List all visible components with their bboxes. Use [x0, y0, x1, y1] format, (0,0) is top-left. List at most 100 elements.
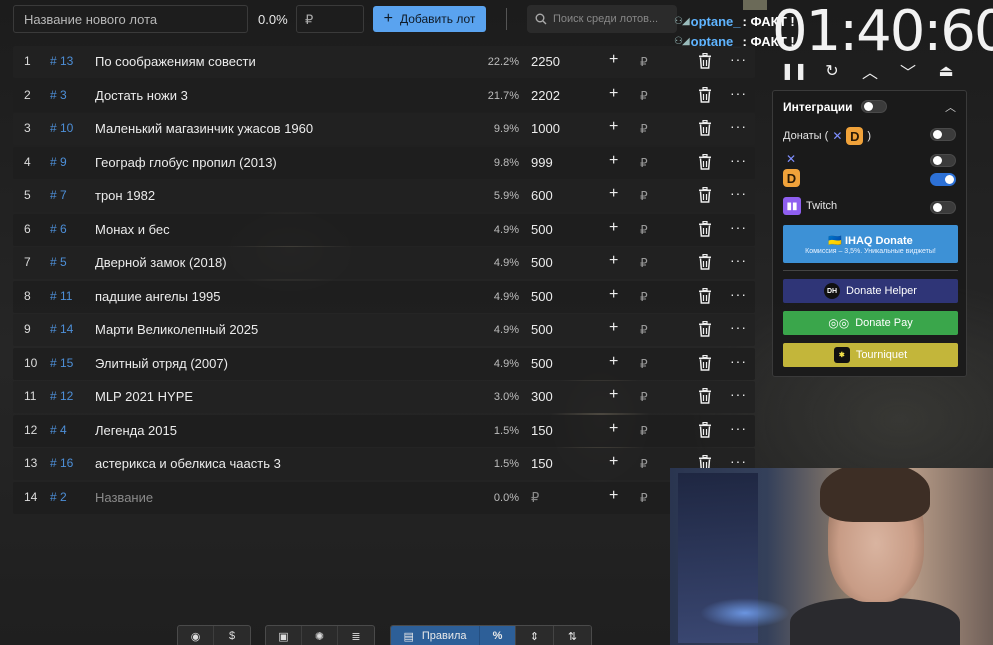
ruble-icon[interactable]: ₽	[640, 491, 648, 505]
more-options-icon[interactable]: ···	[730, 252, 747, 268]
trash-icon[interactable]	[698, 421, 712, 438]
save-icon[interactable]: ▣	[266, 626, 302, 645]
collapse-icon[interactable]: ⏏	[931, 61, 961, 81]
percent-mode-button[interactable]: %	[479, 626, 515, 645]
lot-amount[interactable]: 150	[531, 423, 553, 438]
ruble-icon[interactable]: ₽	[640, 156, 648, 170]
lot-name[interactable]: падшие ангелы 1995	[95, 289, 221, 304]
sort-icon[interactable]: ⇅	[553, 626, 591, 645]
ruble-icon[interactable]: ₽	[640, 122, 648, 136]
lot-amount[interactable]: 500	[531, 322, 553, 337]
lot-id-link[interactable]: # 11	[50, 289, 72, 303]
more-options-icon[interactable]: ···	[730, 286, 747, 302]
add-amount-icon[interactable]: +	[609, 286, 618, 304]
trash-icon[interactable]	[698, 86, 712, 103]
add-amount-icon[interactable]: +	[609, 118, 618, 136]
add-amount-icon[interactable]: +	[609, 252, 618, 270]
trash-icon[interactable]	[698, 119, 712, 136]
search-box[interactable]	[527, 5, 677, 33]
lot-name[interactable]: астерикса и обелкиса чаасть 3	[95, 456, 281, 471]
trash-icon[interactable]	[698, 52, 712, 69]
donations-toggle[interactable]	[930, 128, 956, 141]
clear-list-icon[interactable]: ≣	[338, 626, 374, 645]
lot-amount[interactable]: 150	[531, 456, 553, 471]
ruble-icon[interactable]: ₽	[640, 357, 648, 371]
add-amount-icon[interactable]: +	[609, 353, 618, 371]
lot-id-link[interactable]: # 3	[50, 88, 67, 102]
integrations-toggle[interactable]	[861, 100, 887, 113]
lot-id-link[interactable]: # 14	[50, 322, 73, 336]
ruble-icon[interactable]: ₽	[640, 390, 648, 404]
ruble-icon[interactable]: ₽	[640, 55, 648, 69]
add-amount-icon[interactable]: +	[609, 453, 618, 471]
lot-amount[interactable]: 999	[531, 155, 553, 170]
lot-id-link[interactable]: # 7	[50, 188, 67, 202]
github-icon[interactable]: ◉	[178, 626, 214, 645]
ruble-icon[interactable]: ₽	[640, 223, 648, 237]
lot-id-link[interactable]: # 13	[50, 54, 73, 68]
trash-icon[interactable]	[698, 253, 712, 270]
lot-amount[interactable]: 2202	[531, 88, 560, 103]
lot-id-link[interactable]: # 9	[50, 155, 67, 169]
add-amount-icon[interactable]: +	[609, 185, 618, 203]
lot-name[interactable]: Марти Великолепный 2025	[95, 322, 258, 337]
lot-name[interactable]: Элитный отряд (2007)	[95, 356, 228, 371]
chevron-down-icon[interactable]: ﹀	[893, 59, 923, 83]
ruble-icon[interactable]: ₽	[640, 323, 648, 337]
donate-pay-button[interactable]: ◎◎ Donate Pay	[783, 311, 958, 335]
lot-id-link[interactable]: # 16	[50, 456, 73, 470]
lot-amount[interactable]: 500	[531, 289, 553, 304]
ruble-icon[interactable]: ₽	[640, 189, 648, 203]
d-toggle[interactable]	[930, 173, 956, 186]
lot-amount[interactable]: 1000	[531, 121, 560, 136]
add-amount-icon[interactable]: +	[609, 420, 618, 438]
donate-helper-button[interactable]: DH Donate Helper	[783, 279, 958, 303]
lot-id-link[interactable]: # 6	[50, 222, 67, 236]
search-input[interactable]	[553, 13, 663, 25]
more-options-icon[interactable]: ···	[730, 118, 747, 134]
lot-amount[interactable]: 500	[531, 222, 553, 237]
lot-name[interactable]: Географ глобус пропил (2013)	[95, 155, 277, 170]
more-options-icon[interactable]: ···	[730, 219, 747, 235]
dollar-icon[interactable]: $	[214, 626, 250, 645]
split-icon[interactable]: ⇕	[515, 626, 553, 645]
more-options-icon[interactable]: ···	[730, 85, 747, 101]
tourniquet-button[interactable]: ✱ Tourniquet	[783, 343, 958, 367]
add-amount-icon[interactable]: +	[609, 85, 618, 103]
chevron-up-icon[interactable]: ︿	[855, 59, 885, 83]
more-options-icon[interactable]: ···	[730, 319, 747, 335]
chevron-up-icon[interactable]: ︿	[945, 99, 956, 115]
trash-icon[interactable]	[698, 287, 712, 304]
add-amount-icon[interactable]: +	[609, 487, 618, 505]
ruble-icon[interactable]: ₽	[640, 89, 648, 103]
add-amount-icon[interactable]: +	[609, 219, 618, 237]
more-options-icon[interactable]: ···	[730, 353, 747, 369]
pause-icon[interactable]: ❚❚	[779, 61, 809, 81]
lot-name[interactable]: По соображениям совести	[95, 54, 256, 69]
lot-name[interactable]: MLP 2021 HYPE	[95, 389, 193, 404]
x-toggle[interactable]	[930, 154, 956, 167]
twitch-toggle[interactable]	[930, 201, 956, 214]
lot-name[interactable]: Достать ножи 3	[95, 88, 188, 103]
lot-name[interactable]: Название	[95, 490, 153, 505]
lot-amount[interactable]: 600	[531, 188, 553, 203]
more-options-icon[interactable]: ···	[730, 453, 747, 469]
more-options-icon[interactable]: ···	[730, 51, 747, 67]
more-options-icon[interactable]: ···	[730, 386, 747, 402]
lot-amount[interactable]: 2250	[531, 54, 560, 69]
trash-icon[interactable]	[698, 354, 712, 371]
lot-name[interactable]: Монах и бес	[95, 222, 170, 237]
trash-icon[interactable]	[698, 220, 712, 237]
lot-id-link[interactable]: # 15	[50, 356, 73, 370]
lot-name[interactable]: Маленький магазинчик ужасов 1960	[95, 121, 313, 136]
ruble-icon[interactable]: ₽	[640, 256, 648, 270]
trash-icon[interactable]	[698, 153, 712, 170]
trash-icon[interactable]	[698, 320, 712, 337]
reset-icon[interactable]: ↻	[817, 61, 847, 81]
lot-name[interactable]: Дверной замок (2018)	[95, 255, 227, 270]
lot-id-link[interactable]: # 4	[50, 423, 67, 437]
lot-amount[interactable]: 500	[531, 356, 553, 371]
rules-button[interactable]: ▤ Правила	[391, 626, 479, 645]
ruble-icon[interactable]: ₽	[640, 424, 648, 438]
lot-amount[interactable]: ₽	[531, 490, 539, 506]
